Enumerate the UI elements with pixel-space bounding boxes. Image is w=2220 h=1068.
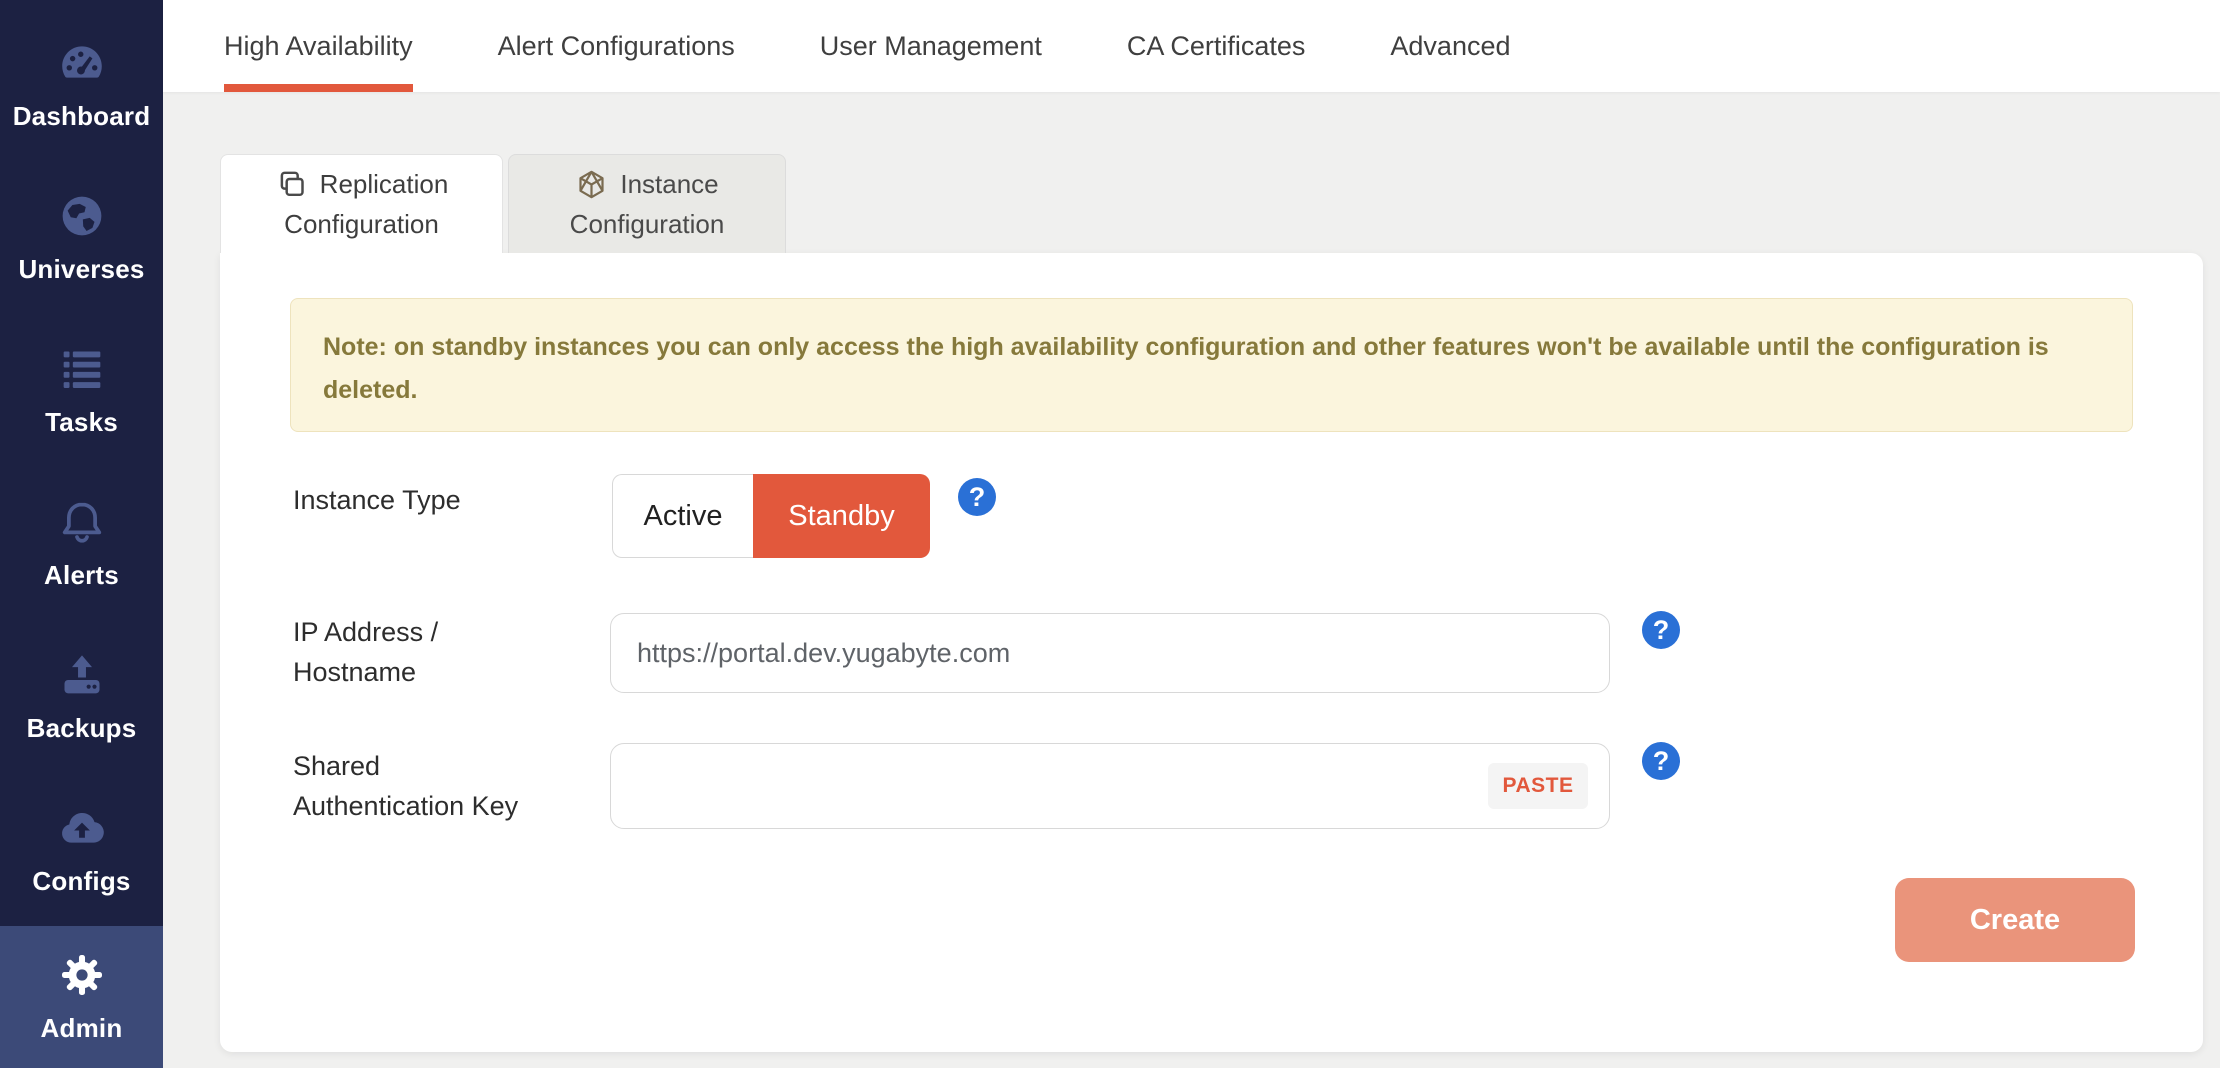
top-tab-bar: High Availability Alert Configurations U… — [163, 0, 2220, 92]
sidebar-item-alerts[interactable]: Alerts — [0, 467, 163, 620]
copy-icon — [275, 168, 308, 201]
subtab-replication-configuration[interactable]: Replication Configuration — [220, 154, 503, 253]
sidebar-item-dashboard[interactable]: Dashboard — [0, 8, 163, 161]
subtab-label-line: Configuration — [284, 204, 439, 244]
paste-button[interactable]: PASTE — [1488, 763, 1588, 809]
sidebar-item-label: Alerts — [44, 560, 119, 591]
sidebar-item-label: Configs — [32, 866, 130, 897]
sidebar-item-label: Tasks — [45, 407, 118, 438]
question-circle-icon[interactable]: ? — [1642, 742, 1680, 780]
instance-type-toggle: Active Standby — [612, 474, 930, 558]
bell-icon — [57, 497, 107, 547]
sidebar-item-universes[interactable]: Universes — [0, 161, 163, 314]
tab-advanced[interactable]: Advanced — [1390, 0, 1510, 92]
create-button[interactable]: Create — [1895, 878, 2135, 962]
ip-address-label-line1: IP Address / — [293, 612, 438, 652]
gauge-icon — [57, 38, 107, 88]
tab-high-availability[interactable]: High Availability — [224, 0, 413, 92]
subtab-instance-configuration[interactable]: Instance Configuration — [508, 154, 786, 253]
shared-key-label-line2: Authentication Key — [293, 786, 518, 826]
toggle-option-standby[interactable]: Standby — [753, 474, 930, 558]
cube-icon — [575, 168, 608, 201]
ha-config-panel: Note: on standby instances you can only … — [220, 253, 2203, 1052]
sidebar-item-label: Universes — [18, 254, 144, 285]
task-list-icon — [57, 344, 107, 394]
toggle-option-active[interactable]: Active — [612, 474, 753, 558]
ip-address-label-line2: Hostname — [293, 652, 438, 692]
sidebar-item-label: Dashboard — [13, 101, 151, 132]
cloud-upload-icon — [57, 803, 107, 853]
ip-address-label: IP Address / Hostname — [293, 612, 438, 692]
ip-address-input[interactable] — [610, 613, 1610, 693]
globe-icon — [57, 191, 107, 241]
subtab-label-line: Configuration — [570, 204, 725, 244]
sidebar-item-label: Admin — [41, 1013, 123, 1044]
shared-key-input[interactable] — [610, 743, 1610, 829]
tab-ca-certificates[interactable]: CA Certificates — [1127, 0, 1306, 92]
sidebar-item-label: Backups — [27, 713, 137, 744]
standby-note-banner: Note: on standby instances you can only … — [290, 298, 2133, 432]
shared-key-label-line1: Shared — [293, 746, 518, 786]
app-root: Dashboard Universes — [0, 0, 2220, 1068]
sidebar-item-tasks[interactable]: Tasks — [0, 314, 163, 467]
subtab-label-line: Replication — [320, 164, 449, 204]
gear-icon — [57, 950, 107, 1000]
question-circle-icon[interactable]: ? — [1642, 611, 1680, 649]
instance-type-label: Instance Type — [293, 480, 461, 520]
sidebar-item-admin[interactable]: Admin — [0, 926, 163, 1068]
tab-alert-configurations[interactable]: Alert Configurations — [498, 0, 735, 92]
sidebar-item-configs[interactable]: Configs — [0, 773, 163, 926]
subtab-label-line: Instance — [620, 164, 718, 204]
shared-key-label: Shared Authentication Key — [293, 746, 518, 826]
sidebar-item-backups[interactable]: Backups — [0, 620, 163, 773]
question-circle-icon[interactable]: ? — [958, 478, 996, 516]
tab-user-management[interactable]: User Management — [820, 0, 1042, 92]
sidebar: Dashboard Universes — [0, 0, 163, 1068]
backup-upload-icon — [57, 650, 107, 700]
